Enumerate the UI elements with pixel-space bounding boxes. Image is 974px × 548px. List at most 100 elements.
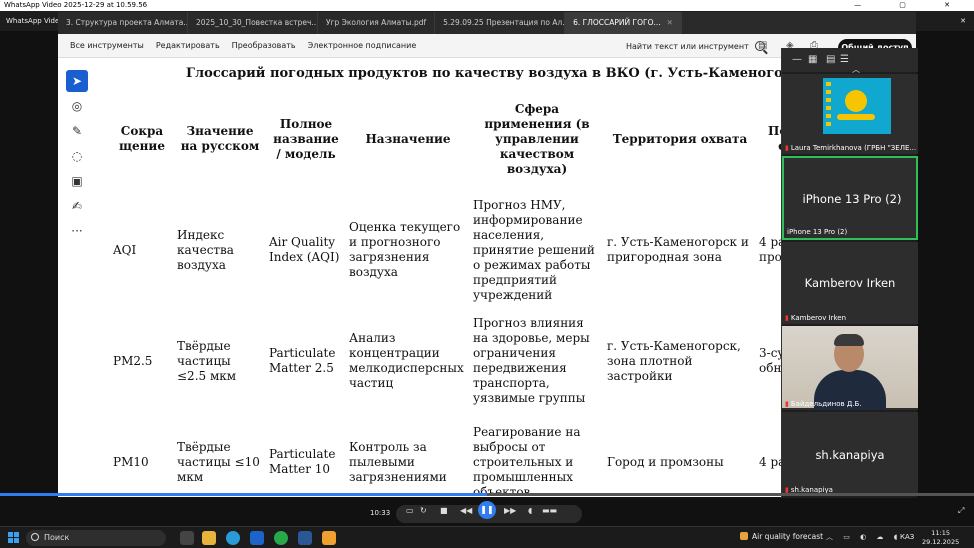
weather-icon [740,532,748,540]
table-cell: PM2.5 [113,353,153,368]
all-tools-button[interactable]: Все инструменты [70,41,144,50]
search-tools[interactable]: Найти текст или инструмент [614,34,765,58]
column-header: Территория охвата [612,131,748,146]
fullscreen-icon[interactable]: ⤢ [958,506,964,516]
tab-item[interactable]: Угр Экология Алматы.pdf [318,12,436,34]
forward-icon[interactable]: ▶▶ [504,506,516,515]
muted-mic-icon: ▮ [785,400,789,408]
table-row: AQI Индекс качества воздуха Air Quality … [110,190,816,310]
taskbar: Поиск Air quality forecast ︿ ▭ ◐ ☁ ◖ КАЗ… [0,526,974,548]
stop-icon[interactable]: ■ [440,506,448,515]
volume-slider[interactable]: ▬▬ [542,506,557,515]
table-cell: Оценка текущего и прогнозного загрязнени… [349,220,461,279]
volume-icon[interactable]: ◖ [528,506,532,515]
more-icon[interactable]: ··· [66,220,88,242]
clock[interactable]: 11:15 29.12.2025 [922,529,959,547]
window-controls[interactable]: — ▢ ✕ [854,0,968,11]
column-header: Сфера применения (в управлении качеством… [484,101,590,176]
grid-view-icon[interactable]: ▦ [808,54,817,65]
lasso-icon[interactable]: ◌ [66,145,88,167]
table-cell: Реагирование на выбросы от строительных … [473,424,581,498]
system-tray-icons[interactable]: ︿ ▭ ◐ ☁ ◖ [826,532,901,542]
tab-item[interactable]: 3. Структура проекта Алмата... [58,12,188,34]
tab-label: 5.29.09.25 Презентация по Ал... [443,18,566,27]
participant-label: ▮ Kamberov Irken [785,314,847,322]
tab-label: 6. ГЛОССАРИЙ ГОГО... [573,18,661,27]
participant-tile[interactable]: ▮ Laura Temirkhanova (ГРБН "ЗЕЛЕ... [782,74,918,154]
speaker-view-icon[interactable]: ▤ [826,54,835,65]
minimize-icon[interactable]: — [792,54,802,65]
outlook-icon[interactable] [250,531,264,545]
tab-label: 3. Структура проекта Алмата... [66,18,188,27]
tab-item[interactable]: 5.29.09.25 Презентация по Ал... [435,12,566,34]
screen: WhatsApp Video 2025-12-29 at 10.59.56 — … [0,0,974,548]
muted-mic-icon: ▮ [785,314,789,322]
table-cell: Particulate Matter 2.5 [269,346,336,375]
table-cell: Анализ концентрации мелкодисперсных част… [349,331,464,390]
taskbar-search[interactable]: Поиск [26,530,166,546]
taskbar-search-label: Поиск [44,533,70,542]
tab-item[interactable]: 2025_10_30_Повестка встреч... [188,12,318,34]
table-cell: Город и промзоны [607,454,724,469]
pen-icon[interactable]: ✎ [66,120,88,142]
comment-icon[interactable]: ◎ [66,95,88,117]
table-cell: Твёрдые частицы ≤10 мкм [177,439,260,484]
file-explorer-icon[interactable] [202,531,216,545]
table-cell: Particulate Matter 10 [269,447,336,476]
participant-tile[interactable]: Kamberov Irken ▮ Kamberov Irken [782,242,918,324]
participants-panel: — ▦ ▤ ☰ ︿ ▮ Laura Temirkhanova (ГРБН "ЗЕЛ… [781,48,918,498]
table-cell: Твёрдые частицы ≤2.5 мкм [177,338,237,383]
media-player-icon[interactable] [322,531,336,545]
participant-name: iPhone 13 Pro (2) [802,192,902,206]
task-view-icon[interactable] [180,531,194,545]
document-title: Глоссарий погодных продуктов по качеству… [186,66,816,81]
table-cell: Прогноз влияния на здоровье, меры ограни… [473,316,590,405]
table-row: PM2.5 Твёрдые частицы ≤2.5 мкм Particula… [110,310,816,412]
subtitles-icon[interactable]: ▭ [406,506,414,515]
seek-progress [0,493,487,496]
column-header: Значение на русском [180,124,260,153]
menu-icon[interactable]: ☰ [840,54,849,65]
table-cell: Прогноз НМУ, информирование населения, п… [473,197,595,302]
convert-button[interactable]: Преобразовать [232,41,296,50]
language-indicator[interactable]: КАЗ [900,533,914,541]
tab-label: Угр Экология Алматы.pdf [326,18,427,27]
participant-name: Kamberov Irken [804,276,896,290]
panel-toolbar: — ▦ ▤ ☰ ︿ [782,48,918,74]
weather-widget[interactable]: Air quality forecast [740,532,823,541]
edit-button[interactable]: Редактировать [156,41,220,50]
word-icon[interactable] [298,531,312,545]
clock-date: 29.12.2025 [922,538,960,546]
playback-time: 10:33 [370,509,391,517]
pause-button[interactable]: ❚❚ [478,501,496,519]
loop-icon[interactable]: ↻ [420,506,427,515]
windows-start-icon[interactable] [8,532,19,543]
table-cell: Air Quality Index (AQI) [269,235,340,264]
table-cell: г. Усть-Каменогорск и пригородная зона [607,235,749,264]
participant-video [782,326,918,410]
table-cell: Индекс качества воздуха [177,227,234,272]
e-sign-button[interactable]: Электронное подписание [308,41,417,50]
close-tab-icon[interactable]: ✕ [667,18,673,27]
table-header-row: Сокра щение Значение на русском Полное н… [110,88,816,190]
select-cursor-icon[interactable]: ➤ [66,70,88,92]
tab-item-active[interactable]: 6. ГЛОССАРИЙ ГОГО... ✕ [565,12,682,34]
close-icon[interactable]: ✕ [960,11,966,31]
column-header: Сокра щение [119,124,165,153]
participant-tile[interactable]: iPhone 13 Pro (2) iPhone 13 Pro (2) [782,156,918,240]
annotation-toolstrip: ➤ ◎ ✎ ◌ ▣ ✍ ··· [66,70,92,270]
table-cell: PM10 [113,454,149,469]
participant-tile[interactable]: sh.kanapiya ▮ sh.kanapiya [782,412,918,496]
table-cell: г. Усть-Каменогорск, зона плотной застро… [607,338,741,383]
seek-bar[interactable] [0,493,974,496]
participant-tile[interactable]: ▮ Байдельдинов Д.Б. [782,326,918,410]
column-header: Назначение [365,131,451,146]
save-icon[interactable]: ▤ [758,40,767,51]
text-box-icon[interactable]: ▣ [66,170,88,192]
whatsapp-icon[interactable] [274,531,288,545]
stamp-icon[interactable]: ✍ [66,195,88,217]
rewind-icon[interactable]: ◀◀ [460,506,472,515]
edge-icon[interactable] [226,531,240,545]
clock-time: 11:15 [931,529,950,537]
table-cell: AQI [113,242,137,257]
